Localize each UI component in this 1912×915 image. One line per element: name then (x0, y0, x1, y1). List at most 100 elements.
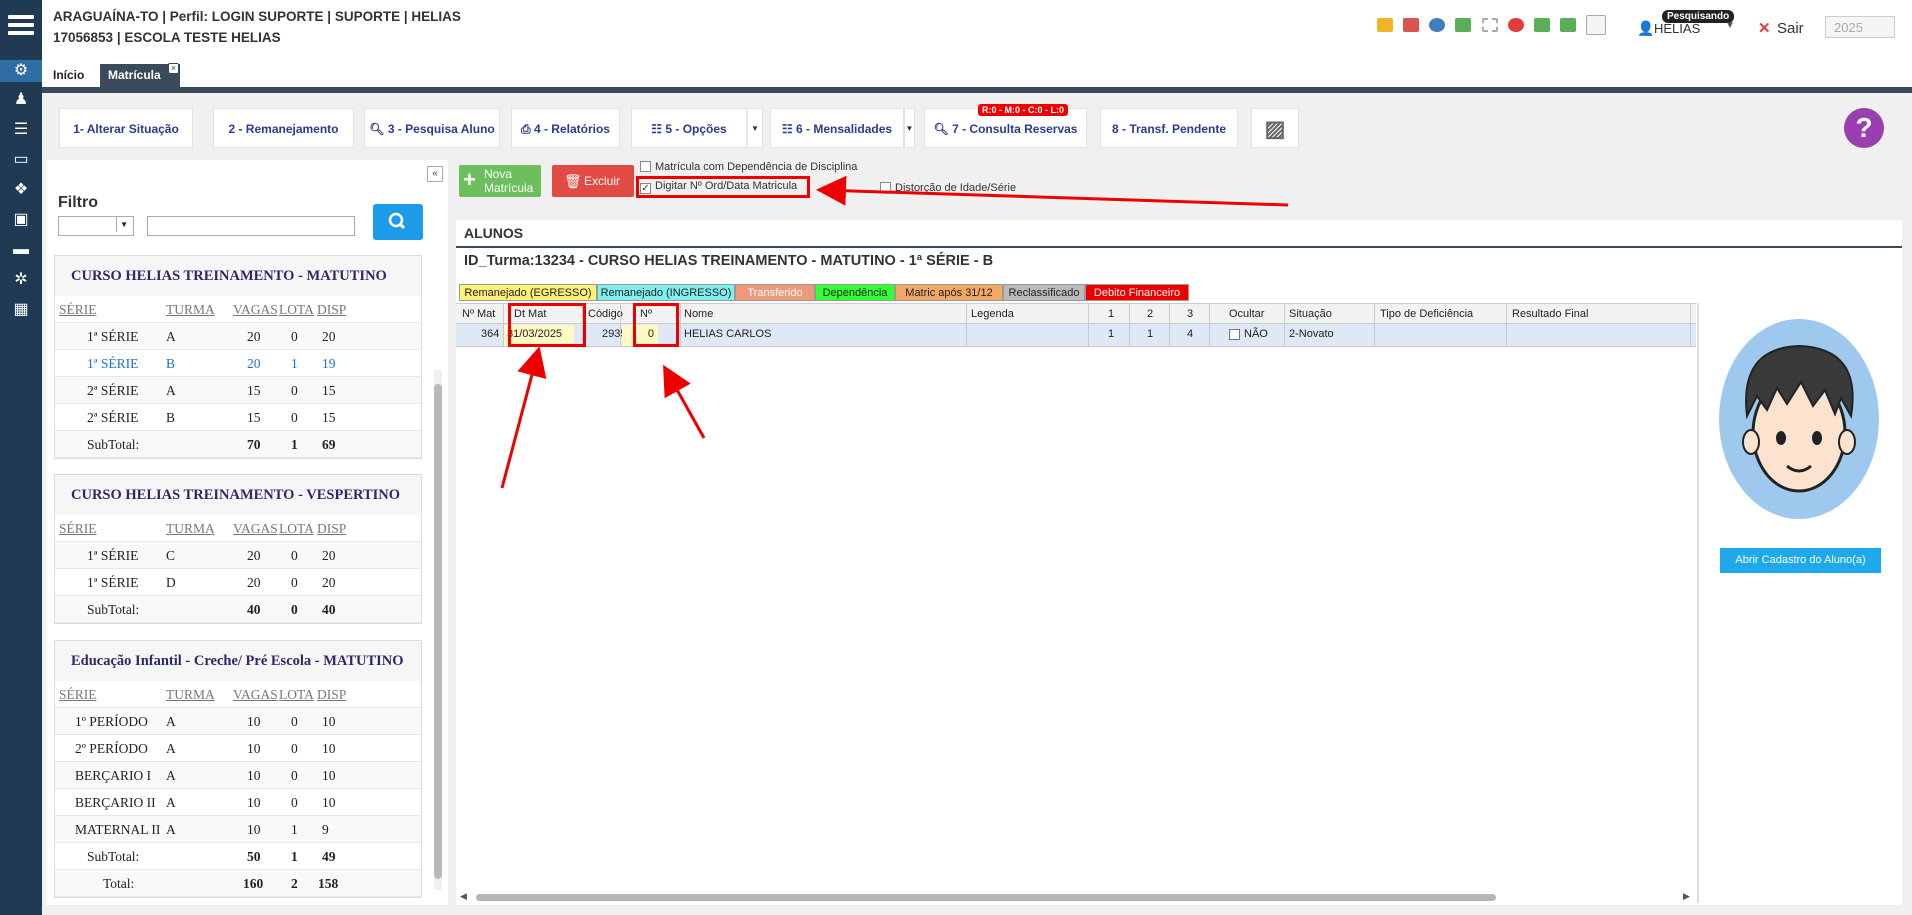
close-icon: ✕ (1758, 20, 1771, 37)
gear-icon[interactable]: ✲ (9, 269, 33, 291)
left-panel: « Filtro ▼ CURSO HELIAS TREINAMENTO - MA… (46, 160, 448, 905)
checkbox-dependencia[interactable]: Matrícula com Dependência de Disciplina (640, 161, 857, 173)
legend-transferido: Transferido (735, 284, 815, 301)
chat-icon[interactable] (1455, 18, 1471, 32)
filter-label: Filtro (58, 194, 98, 211)
year-select[interactable]: 2025 (1825, 16, 1895, 38)
tab-close-icon[interactable]: × (168, 63, 179, 74)
subtotal-row: SubTotal: 50 1 49 (55, 843, 421, 870)
credit-card-icon[interactable]: ▭ (9, 149, 33, 171)
abrir-cadastro-button[interactable]: Abrir Cadastro do Aluno(a) (1720, 548, 1881, 573)
table-row[interactable]: BERÇARIO II A 10 0 10 (55, 789, 421, 816)
alunos-panel: ALUNOS ID_Turma:13234 - CURSO HELIAS TRE… (456, 220, 1902, 905)
remanejamento-button[interactable]: 2 - Remanejamento (213, 108, 354, 148)
opcoes-dropdown[interactable]: ▼ (747, 108, 763, 148)
print-icon[interactable] (1534, 18, 1550, 32)
legend-reclassificado: Reclassificado (1003, 284, 1085, 301)
plus-icon: + (463, 167, 476, 192)
grid-header: SÉRIE TURMA VAGAS LOTA DISP (55, 515, 421, 542)
relatorios-button[interactable]: ⎙ 4 - Relatórios (511, 108, 620, 148)
table-row[interactable]: 1ª SÉRIE A 20 0 20 (55, 323, 421, 350)
whatsapp-icon[interactable] (1586, 15, 1606, 35)
search-icon: 🔍︎ (369, 122, 388, 136)
total-row: Total: 160 2 158 (55, 870, 421, 897)
student-avatar (1717, 318, 1881, 520)
course-title: CURSO HELIAS TREINAMENTO - MATUTINO (55, 256, 421, 296)
print-icon: ⎙ (521, 122, 534, 136)
map-icon[interactable] (1403, 18, 1419, 32)
collapse-icon[interactable]: « (427, 166, 443, 182)
course-title: CURSO HELIAS TREINAMENTO - VESPERTINO (55, 475, 421, 515)
grid-header: SÉRIE TURMA VAGAS LOTA DISP (55, 681, 421, 708)
left-scrollbar[interactable] (434, 370, 442, 890)
table-row[interactable]: MATERNAL II A 10 1 9 (55, 816, 421, 843)
monitor-icon[interactable]: ▬ (9, 239, 33, 261)
course-title: Educação Infantil - Creche/ Pré Escola -… (55, 641, 421, 681)
filter-input[interactable] (147, 216, 355, 236)
opcoes-button[interactable]: ☷ 5 - Opções (631, 108, 747, 148)
card-icon[interactable] (1377, 18, 1393, 32)
user-name[interactable]: HELIAS (1654, 21, 1700, 36)
sidebar: ⚙ ♟ ☰ ▭ ❖ ▣ ▬ ✲ ▦ (0, 0, 42, 915)
scrollbar-thumb[interactable] (476, 894, 1496, 901)
scrollbar-thumb[interactable] (434, 384, 442, 879)
settings-cogs-icon[interactable]: ⚙ (0, 60, 42, 82)
gallery-icon[interactable]: ▨ (1251, 108, 1299, 148)
horizontal-scrollbar[interactable]: ◀ ▶ (456, 891, 1696, 903)
transf-pendente-button[interactable]: 8 - Transf. Pendente (1100, 108, 1238, 148)
alterar-situacao-button[interactable]: 1- Alterar Situação (59, 108, 193, 148)
mensalidades-button[interactable]: ☷ 6 - Mensalidades (770, 108, 904, 148)
ocultar-checkbox[interactable] (1229, 329, 1240, 340)
chevron-down-icon: ▼ (116, 217, 131, 232)
table-row[interactable]: 1º PERÍODO A 10 0 10 (55, 708, 421, 735)
logout-link[interactable]: Sair (1777, 20, 1804, 37)
course-group: CURSO HELIAS TREINAMENTO - VESPERTINO SÉ… (54, 474, 422, 624)
close-circle-icon[interactable] (1508, 18, 1524, 32)
legend-debito: Debito Financeiro (1085, 284, 1189, 301)
fullscreen-icon[interactable] (1482, 18, 1498, 32)
pie-chart-icon[interactable] (1429, 18, 1445, 32)
list-icon[interactable]: ☰ (9, 119, 33, 141)
legend-matric-apos: Matric após 31/12 (895, 284, 1003, 301)
search-button[interactable] (373, 204, 423, 240)
dropbox-icon[interactable]: ❖ (9, 179, 33, 201)
table-row[interactable]: 1ª SÉRIE D 20 0 20 (55, 569, 421, 596)
checkbox-distorcao[interactable]: Distorção de Idade/Série (880, 182, 1016, 194)
nova-matricula-button[interactable]: + Nova Matrícula (459, 165, 541, 197)
course-group: Educação Infantil - Creche/ Pré Escola -… (54, 640, 422, 898)
legend-ingresso: Remanejado (INGRESSO) (597, 284, 735, 301)
panel-divider (1697, 303, 1699, 903)
table-row[interactable]: 1ª SÉRIE B 20 1 19 (55, 350, 421, 377)
reservas-badge: R:0 - M:0 - C:0 - L:0 (978, 104, 1068, 116)
scroll-right-icon[interactable]: ▶ (1683, 891, 1690, 902)
chevron-down-icon[interactable]: ▼ (1725, 20, 1735, 31)
person-icon[interactable]: ♟ (9, 89, 33, 111)
menu-icon[interactable] (8, 15, 34, 39)
excluir-button[interactable]: 🗑︎ Excluir (552, 165, 634, 197)
search-icon (388, 212, 406, 230)
search-icon: 🔍︎ (933, 122, 953, 136)
table-row[interactable]: 2ª SÉRIE A 15 0 15 (55, 377, 421, 404)
table-row[interactable]: 1ª SÉRIE C 20 0 20 (55, 542, 421, 569)
subtotal-row: SubTotal: 40 0 40 (55, 596, 421, 623)
table-row[interactable]: BERÇARIO I A 10 0 10 (55, 762, 421, 789)
table-row[interactable]: 2º PERÍODO A 10 0 10 (55, 735, 421, 762)
pesquisa-aluno-button[interactable]: 🔍︎ 3 - Pesquisa Aluno (364, 108, 500, 148)
mensalidades-dropdown[interactable]: ▼ (904, 108, 915, 148)
sliders-icon: ☷ (651, 122, 666, 136)
grid-icon[interactable] (1560, 18, 1576, 32)
scroll-left-icon[interactable]: ◀ (460, 891, 467, 902)
highlight-box-nord (633, 303, 679, 347)
tab-inicio[interactable]: Início (45, 64, 92, 87)
user-icon: 👤 (1637, 20, 1655, 36)
grid-header: SÉRIE TURMA VAGAS LOTA DISP (55, 296, 421, 323)
table-row[interactable]: 2ª SÉRIE B 15 0 15 (55, 404, 421, 431)
help-icon[interactable]: ? (1844, 108, 1884, 148)
filter-select[interactable]: ▼ (58, 216, 134, 236)
divider (456, 246, 1902, 248)
turma-title: ID_Turma:13234 - CURSO HELIAS TREINAMENT… (464, 253, 994, 269)
highlight-box-dtmat (508, 303, 586, 347)
table-icon[interactable]: ▦ (9, 299, 33, 321)
bus-icon[interactable]: ▣ (9, 209, 33, 231)
context-line: ARAGUAÍNA-TO | Perfil: LOGIN SUPORTE | S… (53, 9, 461, 24)
